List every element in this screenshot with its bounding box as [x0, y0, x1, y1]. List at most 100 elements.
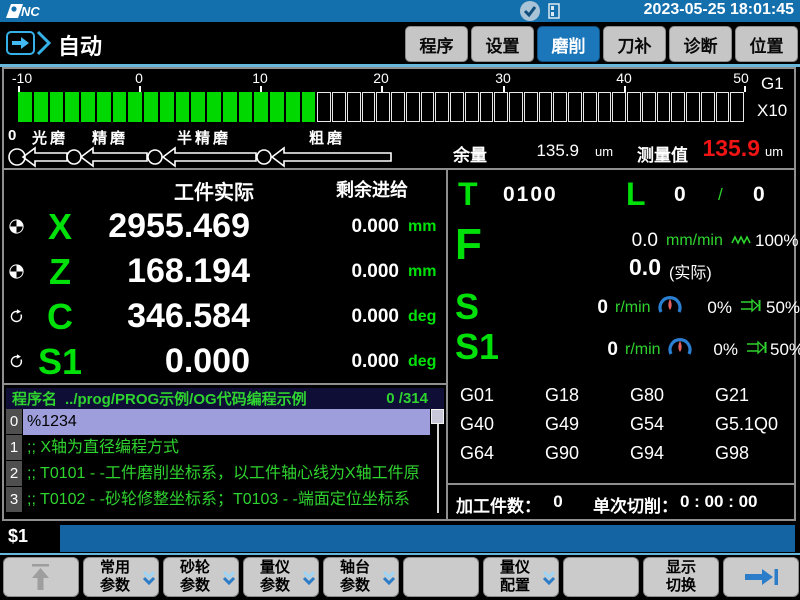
scale-cell	[65, 92, 79, 122]
tick: 50	[733, 70, 749, 86]
next-menu-arrow-icon	[742, 564, 780, 590]
softkey-display-switch[interactable]: 显示切换	[643, 557, 719, 597]
softkey-table-params[interactable]: 轴台参数	[323, 557, 399, 597]
rotate-icon	[9, 309, 24, 324]
program-line[interactable]: 0 %1234	[6, 409, 430, 435]
softkey-next-menu-button[interactable]	[723, 557, 799, 597]
rotate-icon	[9, 354, 24, 369]
axis-remain-value: 0.000	[304, 339, 399, 384]
scale-cell	[701, 92, 715, 122]
axis-actual-value: 2955.469	[90, 204, 250, 249]
spindle-tool-icon	[746, 340, 770, 355]
scale-cell	[254, 92, 268, 122]
spindle-unit: r/min	[625, 341, 661, 359]
scrollbar-thumb[interactable]	[431, 409, 444, 424]
tab-diagnose[interactable]: 诊断	[669, 26, 732, 62]
tab-toolcomp[interactable]: 刀补	[603, 26, 666, 62]
measured-value: 135.9	[692, 135, 760, 162]
softkey-gauge-params[interactable]: 量仪参数	[243, 557, 319, 597]
scale-cell	[270, 92, 284, 122]
spindle-override-low: 0%	[704, 340, 738, 360]
program-position: 0 /314	[386, 390, 428, 407]
position-icon	[9, 264, 24, 279]
program-line[interactable]: 2 ;; T0101 - -工件磨削坐标系，以工件轴心线为X轴工件原	[6, 461, 430, 487]
program-line[interactable]: 3 ;; T0102 - -砂轮修整坐标系；T0103 - -端面定位坐标系	[6, 487, 430, 513]
axis-remain-value: 0.000	[304, 294, 399, 339]
scale-cell	[81, 92, 95, 122]
chevron-down-icon	[222, 570, 236, 586]
axis-actual-value: 346.584	[90, 294, 250, 339]
line-text: ;; T0102 - -砂轮修整坐标系；T0103 - -端面定位坐标系	[23, 487, 430, 513]
tick: 20	[373, 70, 389, 86]
tab-position[interactable]: 位置	[735, 26, 798, 62]
scale-cell	[160, 92, 174, 122]
axis-actual-value: 0.000	[90, 339, 250, 384]
spindle-tool-icon	[740, 298, 764, 313]
tab-grinding[interactable]: 磨削	[537, 26, 600, 62]
mode-bar: 自动 程序 设置 磨削 刀补 诊断 位置	[0, 22, 800, 64]
program-scrollbar[interactable]	[431, 409, 444, 513]
scale-cell	[494, 92, 508, 122]
softkey-empty[interactable]	[563, 557, 639, 597]
tab-settings[interactable]: 设置	[471, 26, 534, 62]
actual-header: 工件实际	[149, 176, 279, 205]
spindle-override-high: 50%	[770, 340, 798, 360]
line-text: %1234	[23, 409, 430, 435]
scale-cell	[465, 92, 479, 122]
scale-cell	[332, 92, 346, 122]
gcode: G54	[630, 414, 710, 435]
chevron-down-icon	[382, 570, 396, 586]
axis-name: Z	[30, 249, 90, 294]
spindle-letter: S	[455, 286, 479, 328]
scale-cell	[34, 92, 48, 122]
loop-current: 0	[674, 183, 686, 207]
softkey-wheel-params[interactable]: 砂轮参数	[163, 557, 239, 597]
gcode: G98	[715, 443, 795, 464]
axis-row-z: Z 168.194 0.000 mm	[4, 249, 444, 294]
scale-cell	[391, 92, 405, 122]
datetime: 2023-05-25 18:01:45	[644, 1, 794, 19]
remain-header: 剩余进给	[327, 176, 417, 202]
softkey-empty[interactable]	[403, 557, 479, 597]
softkey-up-button[interactable]	[3, 557, 79, 597]
line-number: 1	[6, 435, 22, 460]
scale-cell	[598, 92, 612, 122]
loop-letter: L	[626, 176, 646, 213]
tick: 0	[135, 70, 143, 86]
gauge-icon	[666, 336, 694, 360]
feed-override: 100%	[755, 231, 798, 251]
scale-cell	[421, 92, 435, 122]
feed-wave-icon	[731, 233, 753, 247]
softkey-gauge-config[interactable]: 量仪配置	[483, 557, 559, 597]
tab-program[interactable]: 程序	[405, 26, 468, 62]
loop-separator: /	[718, 185, 723, 205]
line-number: 3	[6, 487, 22, 512]
gauge-icon	[656, 294, 684, 318]
scale-cell	[191, 92, 205, 122]
scale-cell	[627, 92, 641, 122]
chevron-down-icon	[142, 570, 156, 586]
up-arrow-icon	[28, 562, 54, 592]
scale-factor-label: X10	[757, 101, 787, 121]
scale-cell	[286, 92, 300, 122]
scale-cell	[539, 92, 553, 122]
storage-icon	[548, 3, 560, 19]
measured-label: 测量值	[637, 141, 688, 166]
program-lines: 0 %1234 1 ;; X轴为直径编程方式 2 ;; T0101 - -工件磨…	[6, 409, 430, 513]
axis-remain-value: 0.000	[304, 249, 399, 294]
softkey-common-params[interactable]: 常用参数	[83, 557, 159, 597]
axis-name: X	[30, 204, 90, 249]
tick: 10	[252, 70, 268, 86]
brand-logo-icon: NC	[4, 2, 64, 20]
command-input[interactable]	[60, 525, 795, 552]
program-path: ../prog/PROG示例/OG代码编程示例	[65, 391, 307, 408]
scale-cell	[347, 92, 361, 122]
scale-cell	[376, 92, 390, 122]
line-number: 2	[6, 461, 22, 486]
command-prompt: $1	[8, 526, 28, 547]
cut-time-label: 单次切削：	[593, 492, 678, 517]
program-line[interactable]: 1 ;; X轴为直径编程方式	[6, 435, 430, 461]
top-status-bar: NC 2023-05-25 18:01:45	[0, 0, 800, 22]
feed-unit: mm/min	[666, 232, 723, 250]
axis-unit: mm	[408, 249, 436, 294]
